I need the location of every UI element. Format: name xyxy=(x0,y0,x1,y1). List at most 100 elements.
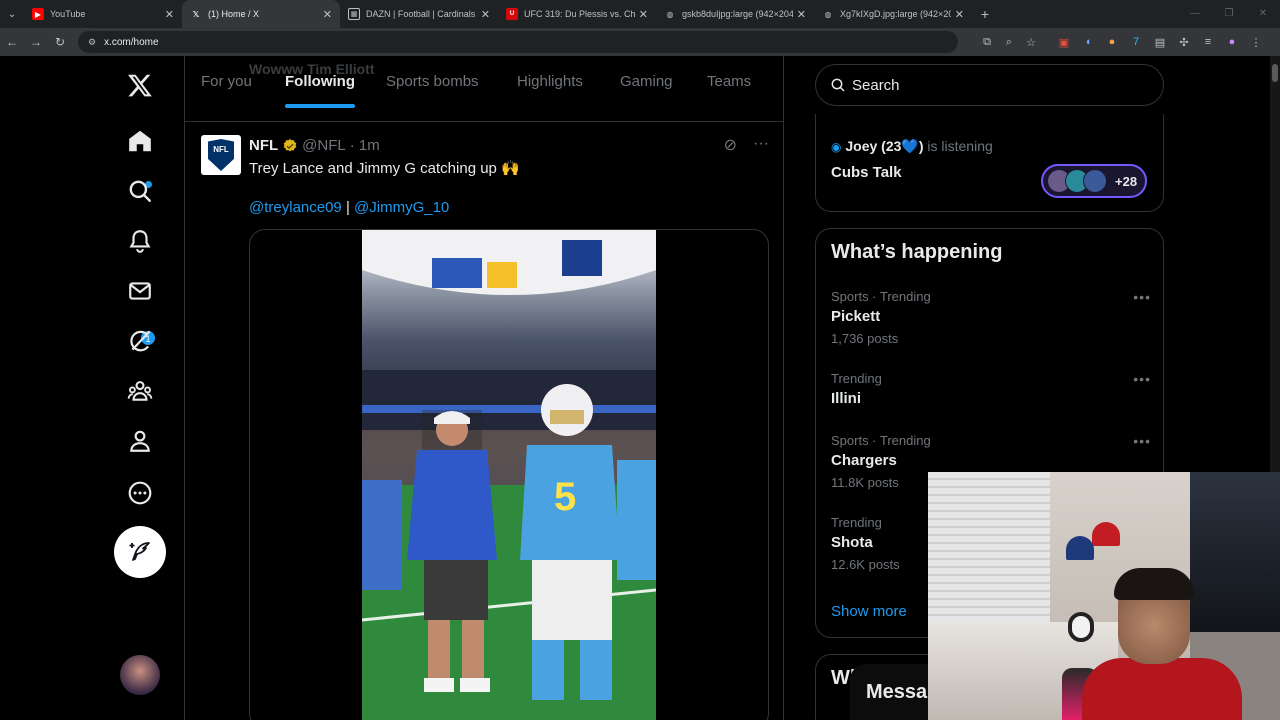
main-feed: Wowww Tim Elliott For you Following Spor… xyxy=(184,56,784,720)
account-avatar[interactable] xyxy=(120,655,160,695)
space-listener-name: Joey (23💙) xyxy=(845,138,924,154)
webcam-red-cap xyxy=(1092,522,1120,546)
extension-7tv-icon[interactable]: 7 xyxy=(1124,36,1148,48)
author-avatar[interactable]: NFL xyxy=(201,135,241,175)
close-tab-icon[interactable]: ✕ xyxy=(323,8,332,21)
tab-highlights[interactable]: Highlights xyxy=(517,73,583,90)
browser-tab-bar: ⌄ ▶ YouTube ✕ 𝕏 (1) Home / X ✕ ▦ DAZN | … xyxy=(0,0,1280,28)
close-tab-icon[interactable]: ✕ xyxy=(639,8,648,21)
post-timestamp[interactable]: · 1m xyxy=(350,137,380,154)
profile-avatar-icon[interactable]: ● xyxy=(1220,36,1244,48)
url-text: x.com/home xyxy=(104,36,159,48)
extension-flame-icon[interactable]: ● xyxy=(1100,36,1124,48)
webcam-person-shirt xyxy=(1082,658,1242,720)
scrollbar-thumb[interactable] xyxy=(1272,64,1278,82)
tab-title: DAZN | Football | Cardinals @ xyxy=(366,9,477,19)
space-host-avatar-icon: ◉ xyxy=(831,140,842,154)
trend-more-icon[interactable]: ••• xyxy=(1133,371,1151,387)
chrome-menu-icon[interactable]: ⋮ xyxy=(1244,36,1268,49)
close-tab-icon[interactable]: ✕ xyxy=(481,8,490,21)
compose-post-button[interactable] xyxy=(114,526,166,578)
communities-icon[interactable] xyxy=(114,366,166,416)
zoom-icon[interactable]: ⌕ xyxy=(998,36,1020,49)
search-icon xyxy=(831,78,845,92)
webcam-blinds xyxy=(928,472,1050,622)
site-info-icon[interactable]: ⚙ xyxy=(88,37,96,48)
mention-link[interactable]: @JimmyG_10 xyxy=(354,199,449,216)
grok-icon[interactable] xyxy=(114,316,166,366)
trend-more-icon[interactable]: ••• xyxy=(1133,433,1151,449)
author-handle[interactable]: @NFL xyxy=(302,137,346,154)
more-options-icon[interactable] xyxy=(114,468,166,518)
trend-context: Sports · Trending xyxy=(831,289,931,304)
browser-tab-x-home[interactable]: 𝕏 (1) Home / X ✕ xyxy=(182,0,340,28)
close-tab-icon[interactable]: ✕ xyxy=(955,8,964,21)
webcam-overlay xyxy=(928,472,1280,720)
extension-wave-icon[interactable]: ◖ xyxy=(1076,36,1100,48)
browser-tab-ufc[interactable]: U UFC 319: Du Plessis vs. Chimae ✕ xyxy=(498,0,656,28)
install-app-icon[interactable]: ⧉ xyxy=(976,36,998,49)
post-article[interactable]: NFL NFL @NFL · 1m ⊘ ··· Trey Lance and J… xyxy=(185,123,783,720)
maximize-icon[interactable]: ❐ xyxy=(1212,0,1246,28)
browser-tab-youtube[interactable]: ▶ YouTube ✕ xyxy=(24,0,182,28)
webcam-person-hair xyxy=(1114,568,1194,600)
tab-teams[interactable]: Teams xyxy=(707,73,751,90)
close-window-icon[interactable]: ✕ xyxy=(1246,0,1280,28)
explore-search-icon[interactable] xyxy=(114,166,166,216)
author-name[interactable]: NFL xyxy=(249,137,278,154)
trend-name: Chargers xyxy=(831,452,897,469)
x-logo-icon[interactable] xyxy=(114,60,166,110)
trend-item[interactable]: Trending Illini ••• xyxy=(831,371,1151,407)
tab-following[interactable]: Following xyxy=(285,73,355,90)
whats-happening-title: What’s happening xyxy=(831,241,1003,263)
new-tab-button[interactable]: + xyxy=(972,6,998,22)
show-more-link[interactable]: Show more xyxy=(831,603,907,620)
tab-title: gskb8duIjpg:large (942×2048) xyxy=(682,9,793,19)
webcam-panda-plush xyxy=(1068,612,1094,642)
browser-tab-image-2[interactable]: ◍ Xg7kIXgD.jpg:large (942×2048) ✕ xyxy=(814,0,972,28)
media-controls-icon[interactable]: ≡ xyxy=(1196,36,1220,48)
tab-gaming[interactable]: Gaming xyxy=(620,73,673,90)
live-space-card[interactable]: ◉ Joey (23💙) is listening Cubs Talk +28 xyxy=(815,114,1164,212)
forward-icon[interactable]: → xyxy=(24,35,48,49)
extension-red-icon[interactable]: ▣ xyxy=(1052,36,1076,49)
close-tab-icon[interactable]: ✕ xyxy=(165,8,174,21)
close-tab-icon[interactable]: ✕ xyxy=(797,8,806,21)
gold-verified-badge-icon xyxy=(283,138,297,151)
browser-tab-dazn[interactable]: ▦ DAZN | Football | Cardinals @ ✕ xyxy=(340,0,498,28)
back-icon[interactable]: ← xyxy=(0,35,24,49)
feed-tabs: Wowww Tim Elliott For you Following Spor… xyxy=(185,56,783,122)
notifications-bell-icon[interactable] xyxy=(114,216,166,266)
tab-search-icon[interactable]: ⌄ xyxy=(0,0,24,28)
bookmark-star-icon[interactable]: ☆ xyxy=(1020,36,1042,49)
url-input[interactable]: ⚙ x.com/home xyxy=(78,31,958,53)
extension-box-icon[interactable]: ▤ xyxy=(1148,36,1172,49)
post-more-icon[interactable]: ··· xyxy=(753,135,769,155)
left-navigation: 1 xyxy=(0,56,184,720)
youtube-icon: ▶ xyxy=(32,8,44,20)
tab-title: UFC 319: Du Plessis vs. Chimae xyxy=(524,9,635,19)
post-actions-top: ⊘ ··· xyxy=(724,135,769,155)
home-icon[interactable] xyxy=(114,116,166,166)
listener-count: +28 xyxy=(1115,173,1138,189)
mention-separator: | xyxy=(345,199,350,216)
post-video[interactable]: 5 xyxy=(362,230,656,720)
browser-tab-image-1[interactable]: ◍ gskb8duIjpg:large (942×2048) ✕ xyxy=(656,0,814,28)
profile-icon[interactable] xyxy=(114,416,166,466)
extensions-puzzle-icon[interactable]: ✣ xyxy=(1172,36,1196,49)
tab-for-you[interactable]: For you xyxy=(201,73,252,90)
post-text: Trey Lance and Jimmy G catching up 🙌 xyxy=(249,160,520,177)
grok-explain-icon[interactable]: ⊘ xyxy=(724,135,737,155)
minimize-icon[interactable]: — xyxy=(1178,0,1212,28)
reload-icon[interactable]: ↻ xyxy=(48,35,72,49)
trend-more-icon[interactable]: ••• xyxy=(1133,289,1151,305)
search-input[interactable]: Search xyxy=(815,64,1164,106)
messages-envelope-icon[interactable] xyxy=(114,266,166,316)
search-placeholder: Search xyxy=(852,76,900,94)
svg-text:5: 5 xyxy=(554,475,576,519)
mention-link[interactable]: @treylance09 xyxy=(249,199,342,216)
trend-item[interactable]: Sports · Trending Pickett 1,736 posts ••… xyxy=(831,289,1151,346)
space-listeners-pill[interactable]: +28 xyxy=(1041,164,1147,198)
tab-sports-bombs[interactable]: Sports bombs xyxy=(386,73,479,90)
post-media-container[interactable]: 5 xyxy=(249,229,769,720)
